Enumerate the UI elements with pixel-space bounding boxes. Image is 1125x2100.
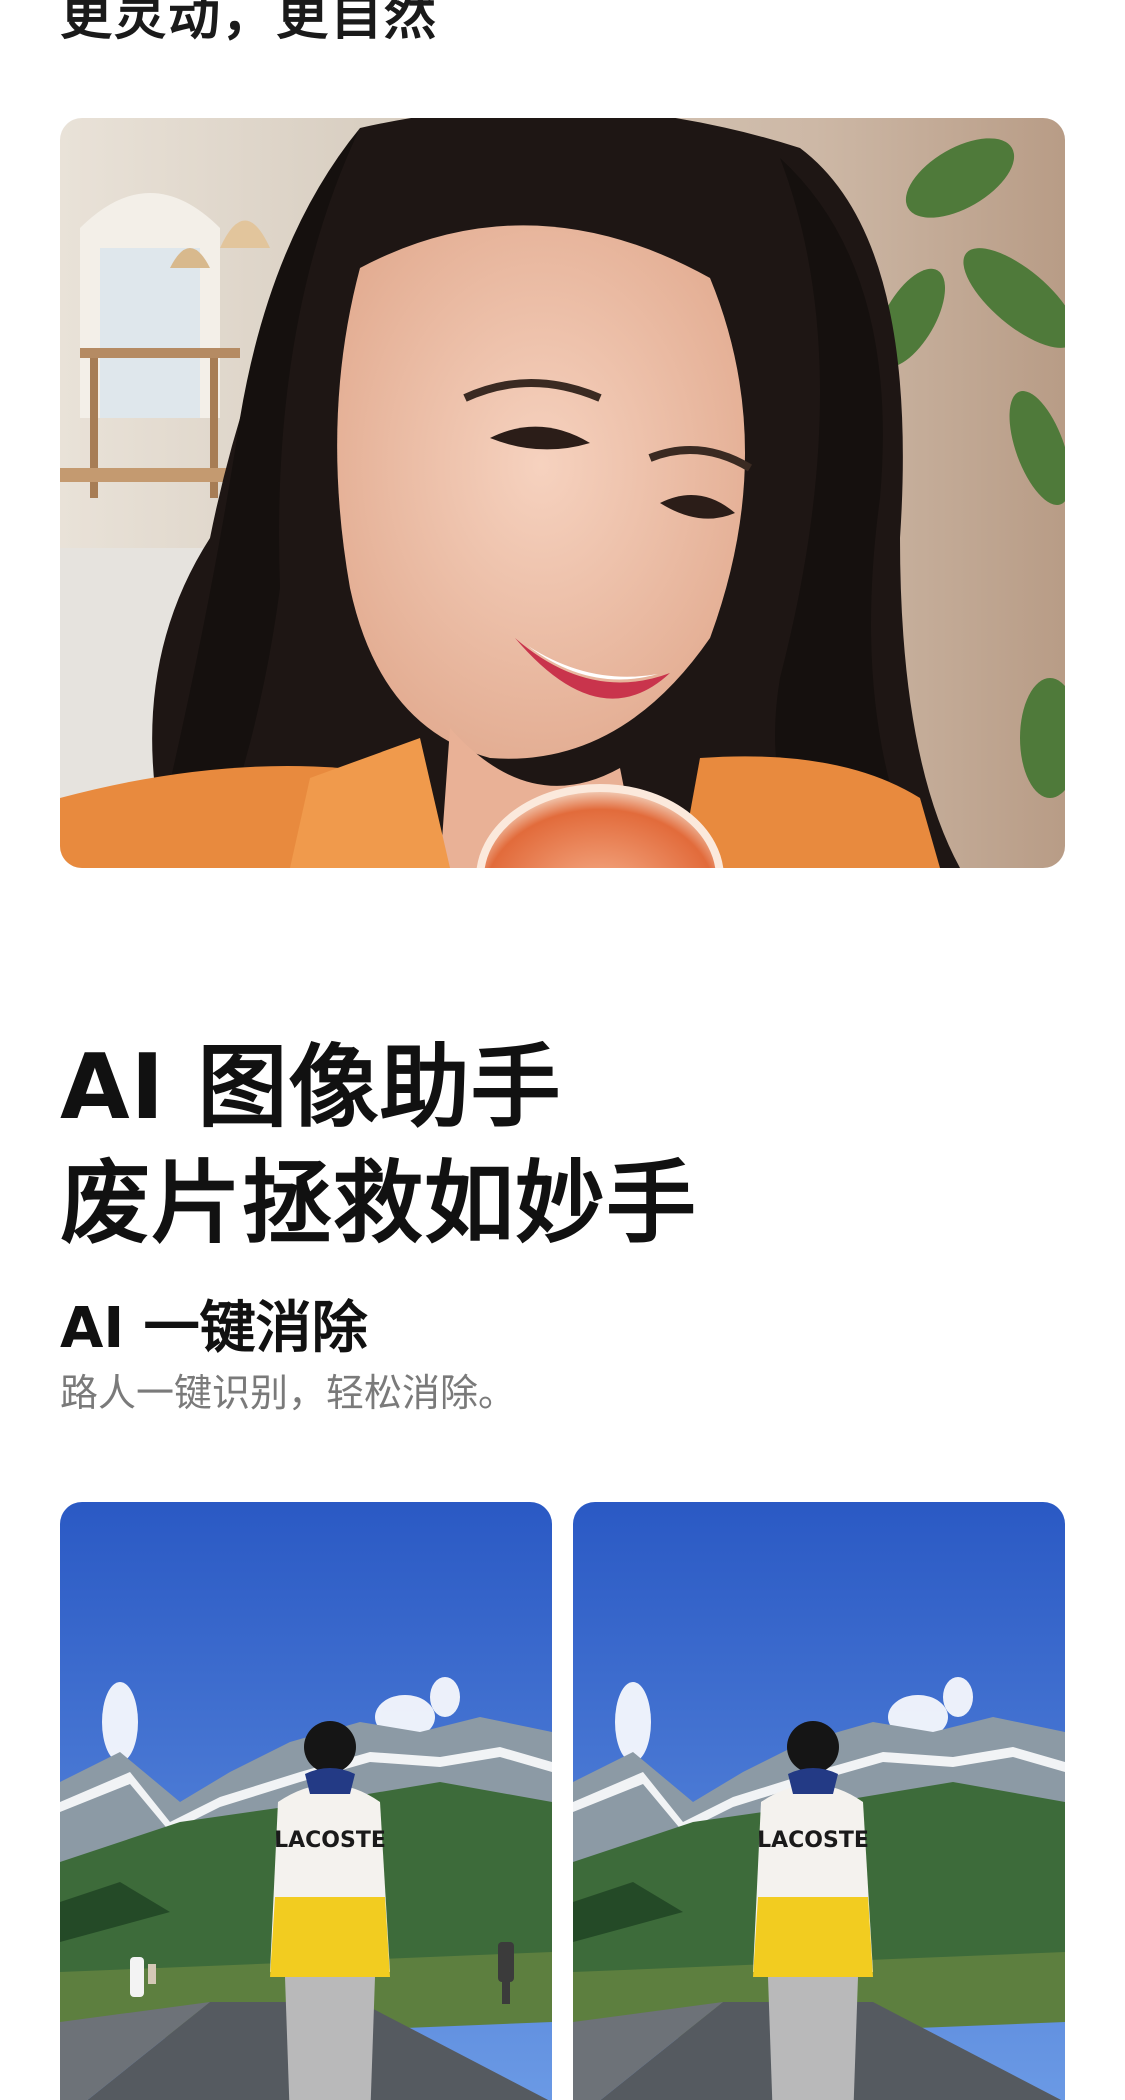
svg-text:LACOSTE: LACOSTE (274, 1828, 386, 1853)
selfie-portrait-image (60, 118, 1065, 868)
compare-image-before: LACOSTE (60, 1502, 552, 2100)
feature-title: AI 一键消除 (60, 1296, 368, 1361)
feature-description: 路人一键识别，轻松消除。 (60, 1371, 517, 1415)
svg-text:LACOSTE: LACOSTE (757, 1828, 869, 1853)
landscape-before-illustration: LACOSTE (60, 1502, 552, 2100)
compare-image-after: LACOSTE (573, 1502, 1065, 2100)
section-title-line-2: 废片拯救如妙手 (60, 1151, 697, 1256)
section-heading-partial: 更灵动，更自然 (60, 0, 439, 47)
section-title-line-1: AI 图像助手 (60, 1035, 562, 1140)
portrait-illustration (60, 118, 1065, 868)
section-title: AI 图像助手 废片拯救如妙手 (60, 1030, 697, 1262)
landscape-after-illustration: LACOSTE (573, 1502, 1065, 2100)
